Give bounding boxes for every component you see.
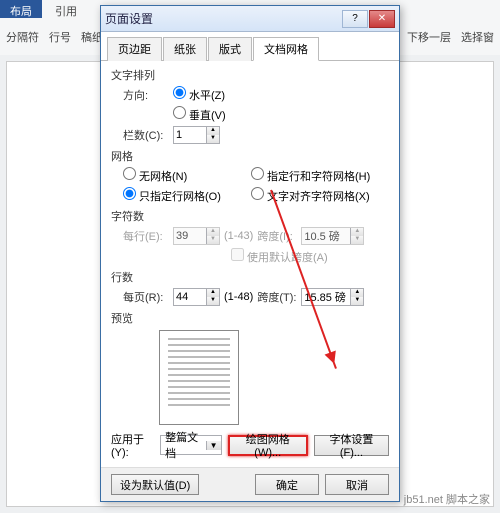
per-page-stepper[interactable]: ▲▼ bbox=[173, 288, 220, 306]
send-back-btn[interactable]: 下移一层 bbox=[407, 29, 451, 45]
draw-grid-button[interactable]: 绘图网格(W)... bbox=[228, 435, 308, 456]
direction-label: 方向: bbox=[123, 87, 169, 103]
tab-margins[interactable]: 页边距 bbox=[107, 37, 162, 61]
per-page-label: 每页(R): bbox=[123, 289, 169, 305]
tab-layout[interactable]: 版式 bbox=[208, 37, 252, 61]
char-span-label: 跨度(I): bbox=[257, 228, 297, 244]
section-grid: 网格 bbox=[111, 148, 389, 164]
columns-stepper[interactable]: ▲▼ bbox=[173, 126, 220, 144]
help-icon[interactable]: ? bbox=[342, 10, 368, 28]
section-chars: 字符数 bbox=[111, 208, 389, 224]
section-lines: 行数 bbox=[111, 269, 389, 285]
set-default-button[interactable]: 设为默认值(D) bbox=[111, 474, 199, 495]
line-span-label: 跨度(T): bbox=[257, 289, 297, 305]
radio-vertical[interactable]: 垂直(V) bbox=[173, 106, 226, 123]
columns-label: 栏数(C): bbox=[123, 127, 169, 143]
per-page-range: (1-48) bbox=[224, 291, 253, 303]
apply-to-combo[interactable]: 整篇文档▼ bbox=[160, 435, 222, 455]
per-line-stepper: ▲▼ bbox=[173, 227, 220, 245]
tab-doc-grid[interactable]: 文档网格 bbox=[253, 37, 319, 61]
tab-paper[interactable]: 纸张 bbox=[163, 37, 207, 61]
cancel-button[interactable]: 取消 bbox=[325, 474, 389, 495]
dialog-title: 页面设置 bbox=[105, 10, 342, 27]
per-line-range: (1-43) bbox=[224, 230, 253, 242]
apply-to-label: 应用于(Y): bbox=[111, 431, 154, 459]
dialog-tabs: 页边距 纸张 版式 文档网格 bbox=[101, 32, 399, 61]
breaks-btn[interactable]: 分隔符 bbox=[6, 29, 39, 45]
font-settings-button[interactable]: 字体设置(F)... bbox=[314, 435, 389, 456]
section-preview: 预览 bbox=[111, 310, 389, 326]
ok-button[interactable]: 确定 bbox=[255, 474, 319, 495]
char-span-stepper: ▲▼ bbox=[301, 227, 364, 245]
close-icon[interactable]: ✕ bbox=[369, 10, 395, 28]
per-line-label: 每行(E): bbox=[123, 228, 169, 244]
selection-btn[interactable]: 选择窗 bbox=[461, 29, 494, 45]
line-numbers-btn[interactable]: 行号 bbox=[49, 29, 71, 45]
line-span-stepper[interactable]: ▲▼ bbox=[301, 288, 364, 306]
page-setup-dialog: 页面设置 ? ✕ 页边距 纸张 版式 文档网格 文字排列 方向: 水平(Z) 垂… bbox=[100, 5, 400, 502]
watermark: jb51.net 脚本之家 bbox=[404, 491, 490, 507]
radio-horizontal[interactable]: 水平(Z) bbox=[173, 86, 225, 103]
title-bar[interactable]: 页面设置 ? ✕ bbox=[101, 6, 399, 32]
radio-no-grid[interactable]: 无网格(N) bbox=[123, 167, 233, 184]
radio-lines-only[interactable]: 只指定行网格(O) bbox=[123, 187, 233, 204]
preview-box bbox=[159, 330, 239, 425]
chevron-down-icon[interactable]: ▼ bbox=[206, 441, 221, 450]
radio-align-chars[interactable]: 文字对齐字符网格(X) bbox=[251, 187, 370, 204]
section-text-arrange: 文字排列 bbox=[111, 67, 389, 83]
default-span-checkbox: 使用默认跨度(A) bbox=[231, 248, 328, 265]
radio-lines-chars[interactable]: 指定行和字符网格(H) bbox=[251, 167, 370, 184]
